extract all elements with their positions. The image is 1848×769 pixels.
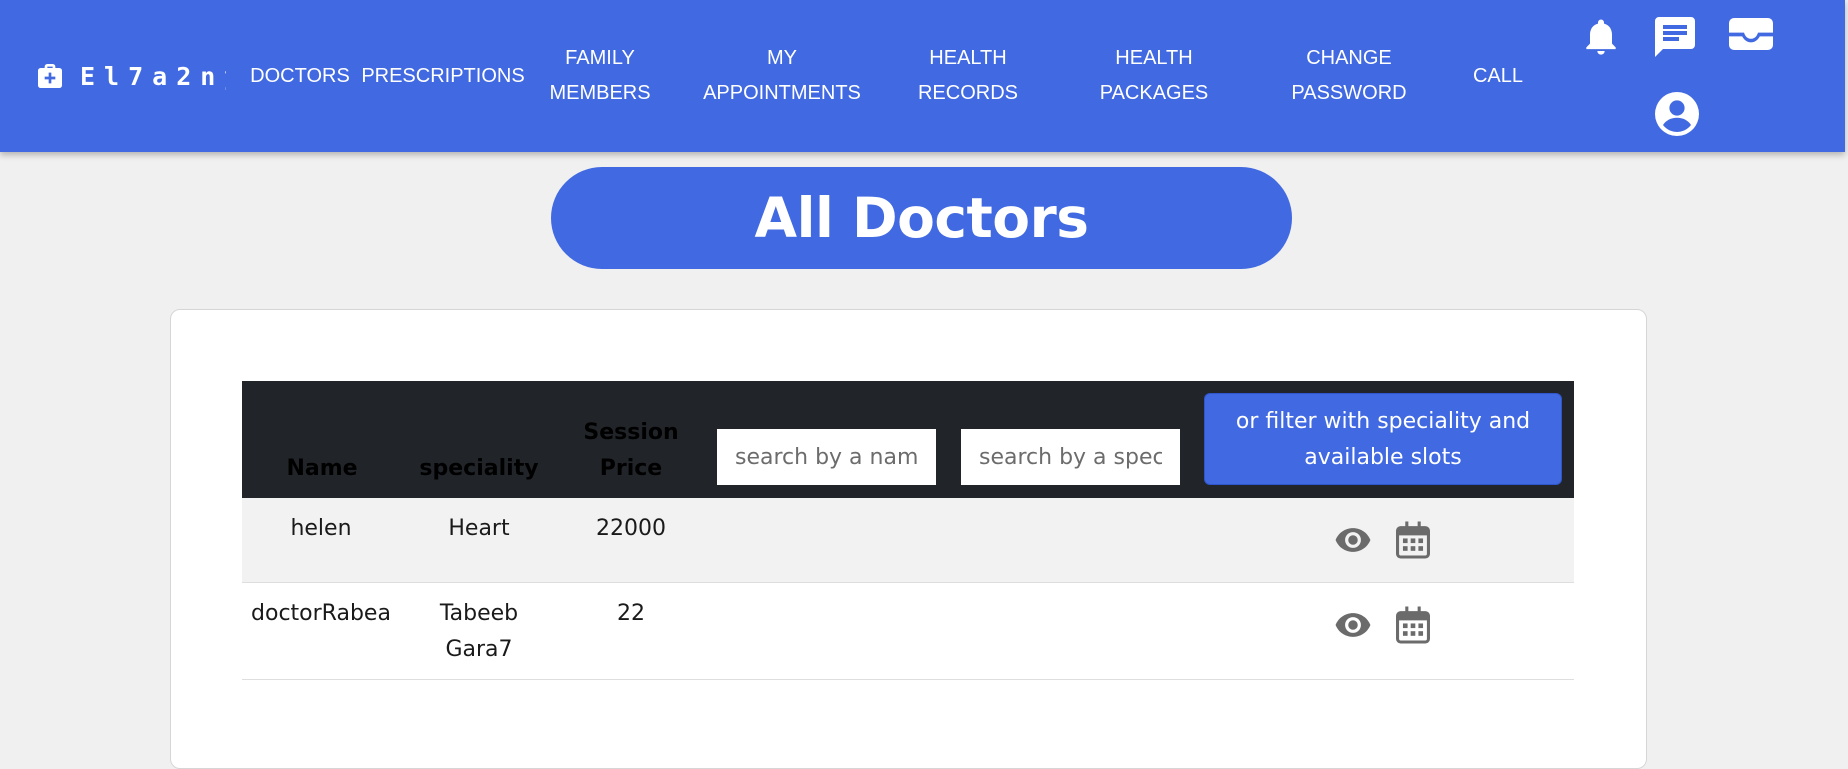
view-doctor-button[interactable] <box>1333 520 1373 560</box>
view-doctor-button[interactable] <box>1333 605 1373 645</box>
nav-change-password[interactable]: CHANGE PASSWORD <box>1285 40 1413 112</box>
cell-name: helen <box>290 516 352 541</box>
page-title-banner: All Doctors <box>551 167 1292 269</box>
nav-health-packages[interactable]: HEALTH PACKAGES <box>1093 40 1215 112</box>
messages-button[interactable] <box>1650 12 1700 62</box>
calendar-icon <box>1396 521 1430 559</box>
notifications-button[interactable] <box>1580 14 1622 62</box>
table-row: doctorRabea Tabeeb Gara7 22 <box>242 583 1574 680</box>
cell-price: 22 <box>617 601 645 626</box>
search-by-name-input[interactable] <box>717 429 936 485</box>
bell-icon <box>1586 19 1616 55</box>
wallet-button[interactable] <box>1726 14 1776 58</box>
top-navbar: El7a2ny DOCTORS PRESCRIPTIONS FAMILY MEM… <box>0 0 1845 152</box>
column-header-speciality: speciality <box>419 456 539 481</box>
wallet-icon <box>1729 18 1773 50</box>
nav-my-appointments[interactable]: MY APPOINTMENTS <box>698 40 866 112</box>
medical-bag-icon <box>38 64 62 88</box>
calendar-icon <box>1396 606 1430 644</box>
book-appointment-button[interactable] <box>1393 605 1433 645</box>
cell-speciality: Heart <box>448 516 510 541</box>
nav-doctors[interactable]: DOCTORS <box>248 40 352 112</box>
brand-logo[interactable]: El7a2ny <box>34 58 226 94</box>
page-title: All Doctors <box>754 186 1089 250</box>
search-by-speciality-input[interactable] <box>961 429 1180 485</box>
cell-name: doctorRabea <box>251 601 391 626</box>
eye-icon <box>1335 528 1371 552</box>
filter-speciality-slots-button[interactable]: or filter with speciality and available … <box>1204 393 1562 485</box>
cell-price: 22000 <box>596 516 666 541</box>
eye-icon <box>1335 613 1371 637</box>
account-button[interactable] <box>1652 89 1702 139</box>
chat-icon <box>1655 17 1695 57</box>
cell-speciality: Tabeeb Gara7 <box>439 601 519 662</box>
column-header-name: Name <box>286 456 358 481</box>
book-appointment-button[interactable] <box>1393 520 1433 560</box>
brand-name: El7a2ny <box>80 61 226 91</box>
nav-health-records[interactable]: HEALTH RECORDS <box>908 40 1028 112</box>
column-header-session-price: Session Price <box>583 420 679 481</box>
nav-prescriptions[interactable]: PRESCRIPTIONS <box>358 40 528 112</box>
nav-call[interactable]: CALL <box>1460 40 1536 112</box>
account-circle-icon <box>1655 92 1699 136</box>
table-row: helen Heart 22000 <box>242 498 1574 583</box>
nav-family-members[interactable]: FAMILY MEMBERS <box>540 40 660 112</box>
